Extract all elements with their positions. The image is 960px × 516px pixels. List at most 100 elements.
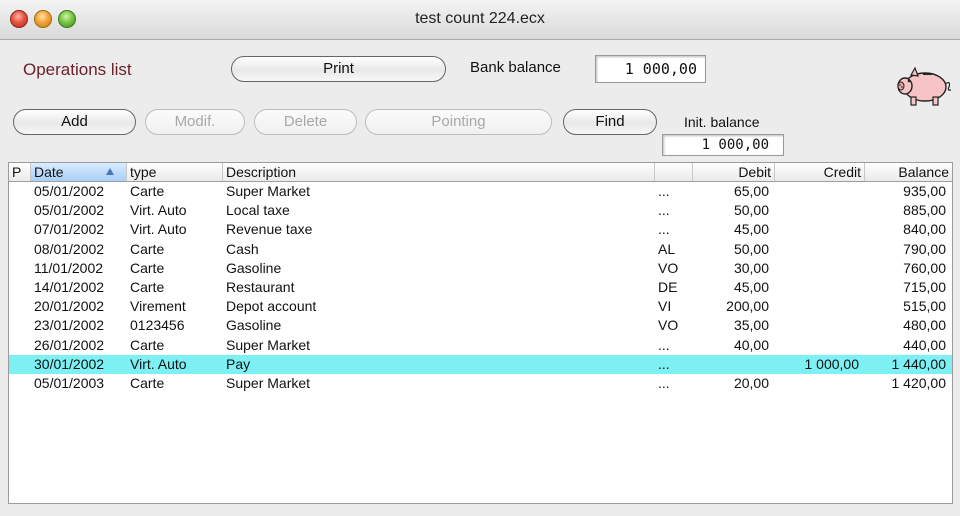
print-button[interactable]: Print (231, 56, 446, 82)
cell-debit: 200,00 (726, 298, 769, 315)
cell-p (9, 355, 31, 374)
cell-credit (775, 201, 865, 220)
table-row[interactable]: 14/01/2002 Carte Restaurant DE 45,00 715,00 (9, 278, 952, 297)
piggy-bank-icon (897, 66, 952, 106)
column-header-debit[interactable]: Debit (693, 163, 775, 181)
cell-credit (775, 374, 865, 393)
cell-pointed: VO (658, 317, 679, 334)
cell-date: 07/01/2002 (34, 221, 105, 238)
column-header-description[interactable]: Description (223, 163, 655, 181)
column-header-p[interactable]: P (9, 163, 31, 181)
cell-date: 05/01/2002 (34, 183, 105, 199)
cell-description: Cash (226, 240, 259, 257)
cell-credit (775, 316, 865, 335)
table-row[interactable]: 05/01/2003 Carte Super Market... 20,00 1 420… (9, 374, 952, 393)
cell-balance: 480,00 (903, 317, 946, 334)
cell-pointed: ... (658, 355, 670, 372)
modify-button[interactable]: Modif. (145, 109, 245, 135)
table-row[interactable]: 30/01/2002 Virt. Auto Pay... 1 000,00 1 440,… (9, 354, 952, 374)
column-header-balance[interactable]: Balance (865, 163, 952, 181)
cell-balance: 885,00 (903, 202, 946, 219)
table-row[interactable]: 05/01/2002 Carte Super Market... 65,00 935,0… (9, 182, 952, 201)
cell-balance: 440,00 (903, 336, 946, 353)
column-header-date[interactable]: Date (31, 163, 127, 181)
window-bottom-bar (8, 504, 953, 516)
cell-credit (775, 297, 865, 316)
cell-pointed: VO (658, 259, 679, 276)
column-header-credit[interactable]: Credit (775, 163, 865, 181)
table-row[interactable]: 26/01/2002 Carte Super Market... 40,00 440,0… (9, 336, 952, 355)
cell-debit: 45,00 (733, 278, 769, 295)
cell-pointed: ... (658, 202, 670, 219)
cell-credit (775, 220, 865, 239)
cell-debit: 65,00 (733, 183, 769, 199)
table-row[interactable]: 11/01/2002 Carte Gasoline VO 30,00 760,00 (9, 259, 952, 278)
cell-balance: 1 420,00 (891, 374, 947, 391)
cell-p (9, 336, 31, 355)
cell-description: Gasoline (226, 317, 282, 334)
cell-p (9, 297, 31, 316)
cell-description: Gasoline (226, 259, 282, 276)
cell-pointed: ... (658, 374, 670, 391)
title-bar[interactable]: test count 224.ecx (0, 0, 960, 40)
cell-pointed: ... (658, 183, 670, 199)
bank-balance-field: 1 000,00 (595, 55, 706, 83)
cell-balance: 715,00 (903, 278, 946, 295)
pointing-button[interactable]: Pointing (365, 109, 552, 135)
cell-balance: 840,00 (903, 221, 946, 238)
cell-type: Carte (130, 259, 165, 276)
cell-description: Revenue taxe (226, 221, 313, 238)
cell-date: 05/01/2003 (34, 374, 105, 391)
cell-p (9, 374, 31, 393)
cell-pointed: DE (658, 278, 678, 295)
table-row[interactable]: 23/01/2002 0123456 Gasoline VO 35,00 480,00 (9, 316, 952, 335)
cell-debit: 30,00 (733, 259, 769, 276)
cell-debit: 45,00 (733, 221, 769, 238)
cell-type: Virt. Auto (130, 221, 187, 238)
cell-date: 11/01/2002 (34, 259, 104, 276)
bank-balance-label: Bank balance (470, 59, 561, 76)
cell-description: Depot account (226, 298, 317, 315)
table-row[interactable]: 07/01/2002 Virt. Auto Revenue taxe... 45,00… (9, 220, 952, 239)
cell-type: Virement (130, 298, 186, 315)
window-title: test count 224.ecx (415, 10, 545, 27)
table-body: 05/01/2002 Carte Super Market... 65,00 935,0… (9, 182, 952, 393)
delete-button[interactable]: Delete (254, 109, 357, 135)
cell-credit (775, 182, 865, 201)
table-header: P Date type Description Debit Credit Bal… (9, 163, 952, 182)
cell-pointed: AL (658, 240, 676, 257)
table-row[interactable]: 08/01/2002 Carte Cash AL 50,00 790,00 (9, 240, 952, 259)
add-button[interactable]: Add (13, 109, 136, 135)
cell-date: 14/01/2002 (34, 278, 105, 295)
operations-table[interactable]: P Date type Description Debit Credit Bal… (8, 162, 953, 504)
cell-credit (775, 278, 865, 297)
sort-ascending-icon (106, 168, 114, 175)
cell-balance: 935,00 (903, 183, 946, 199)
cell-balance: 760,00 (903, 259, 946, 276)
cell-date: 30/01/2002 (34, 355, 105, 372)
column-header-pointed[interactable] (655, 163, 693, 181)
cell-description: Pay (226, 355, 251, 372)
cell-description: Local taxe (226, 202, 290, 219)
cell-p (9, 220, 31, 239)
table-row[interactable]: 20/01/2002 Virement Depot account VI 200,00 5… (9, 297, 952, 316)
cell-type: Virt. Auto (130, 202, 187, 219)
cell-credit (775, 259, 865, 278)
table-row[interactable]: 05/01/2002 Virt. Auto Local taxe... 50,00 88… (9, 201, 952, 220)
cell-type: Carte (130, 183, 165, 199)
cell-debit: 40,00 (733, 336, 769, 353)
cell-type: Carte (130, 336, 165, 353)
cell-credit: 1 000,00 (804, 355, 860, 372)
cell-date: 26/01/2002 (34, 336, 105, 353)
cell-description: Restaurant (226, 278, 295, 295)
cell-date: 05/01/2002 (34, 202, 105, 219)
cell-p (9, 278, 31, 297)
column-header-type[interactable]: type (127, 163, 223, 181)
find-button[interactable]: Find (563, 109, 657, 135)
cell-debit (693, 355, 775, 374)
init-balance-field[interactable]: 1 000,00 (662, 134, 784, 156)
cell-credit (775, 240, 865, 259)
cell-type: Carte (130, 278, 165, 295)
cell-p (9, 259, 31, 278)
app-window: test count 224.ecx Operations list Print… (0, 0, 960, 516)
